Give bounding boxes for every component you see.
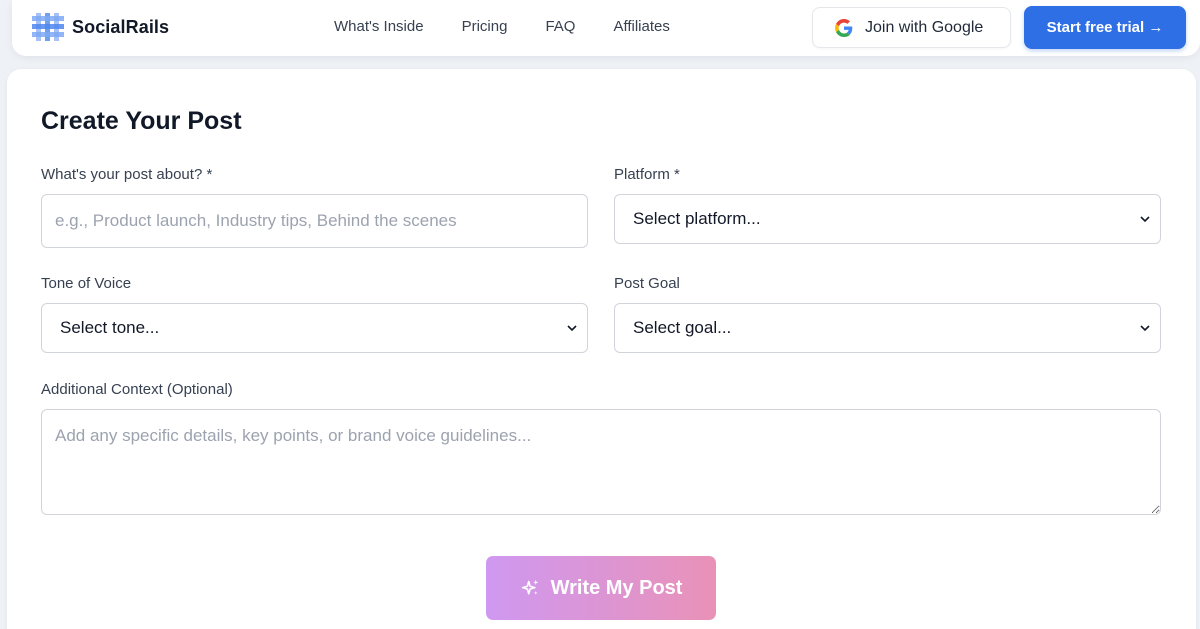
platform-select[interactable]: Select platform...	[614, 194, 1161, 244]
platform-label: Platform *	[614, 166, 680, 183]
tone-label: Tone of Voice	[41, 275, 132, 292]
context-label: Additional Context (Optional)	[41, 381, 233, 398]
context-textarea[interactable]	[41, 409, 1161, 515]
create-post-card: Create Your Post What's your post about?…	[7, 69, 1196, 629]
tone-select[interactable]: Select tone...	[41, 303, 588, 353]
page-title: Create Your Post	[41, 107, 242, 135]
nav-link-pricing[interactable]: Pricing	[462, 18, 508, 36]
nav-link-faq[interactable]: FAQ	[545, 18, 575, 36]
nav-link-affiliates[interactable]: Affiliates	[613, 18, 669, 36]
topic-input[interactable]	[41, 194, 588, 248]
goal-select[interactable]: Select goal...	[614, 303, 1161, 353]
sparkles-icon	[521, 579, 538, 595]
chevron-down-icon	[567, 325, 577, 332]
chevron-down-icon	[1140, 325, 1150, 332]
nav-link-whats-inside[interactable]: What's Inside	[334, 18, 424, 36]
brand-name: SocialRails	[72, 16, 170, 37]
main-nav: What's Inside Pricing FAQ Affiliates	[334, 18, 708, 36]
join-with-google-button[interactable]: Join with Google	[812, 7, 1011, 48]
tone-select-value: Select tone...	[60, 318, 160, 337]
write-my-post-label: Write My Post	[550, 576, 683, 599]
google-button-label: Join with Google	[865, 18, 984, 36]
grid-logo-icon	[32, 13, 64, 41]
goal-select-value: Select goal...	[633, 318, 732, 337]
chevron-down-icon	[1140, 216, 1150, 223]
start-free-trial-button[interactable]: Start free trial →	[1024, 6, 1186, 49]
google-icon	[835, 18, 853, 37]
top-navbar: SocialRails What's Inside Pricing FAQ Af…	[12, 0, 1200, 56]
write-my-post-button[interactable]: Write My Post	[486, 556, 716, 620]
goal-label: Post Goal	[614, 275, 680, 292]
brand[interactable]: SocialRails	[32, 13, 169, 41]
topic-label: What's your post about? *	[41, 166, 213, 183]
platform-select-value: Select platform...	[633, 209, 761, 228]
